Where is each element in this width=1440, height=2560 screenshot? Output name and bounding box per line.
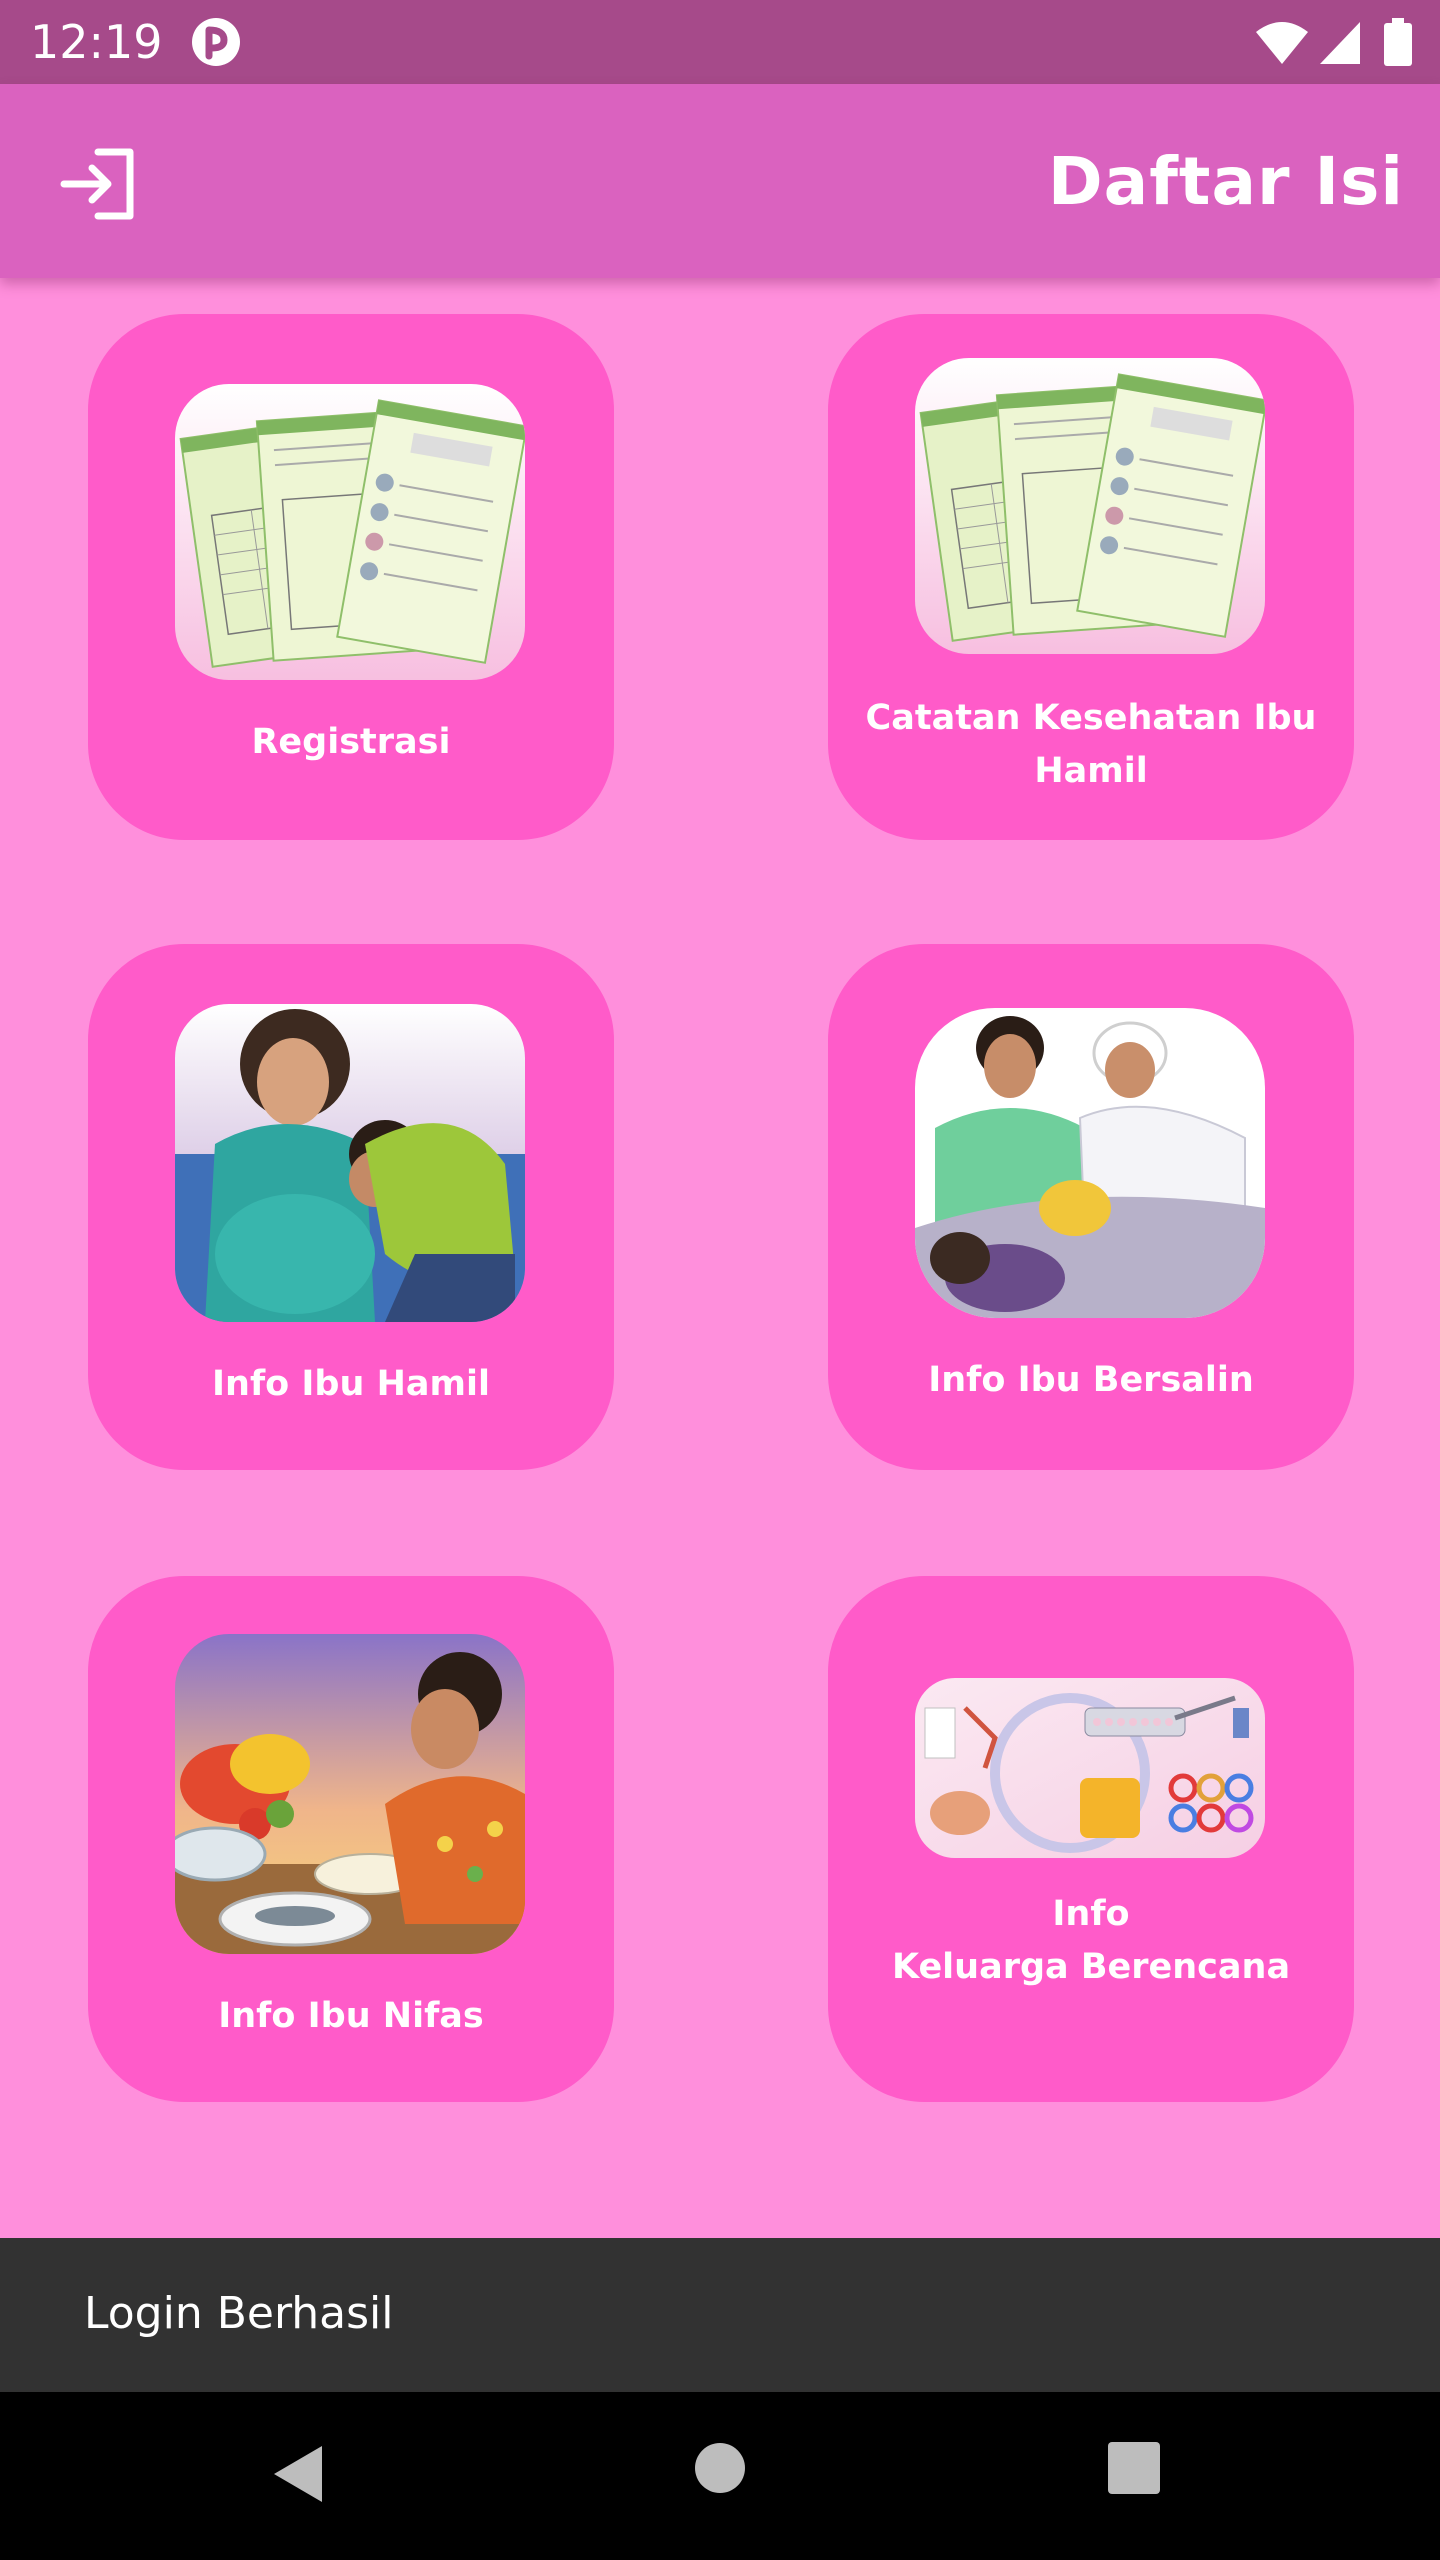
mother-eating-illustration — [175, 1634, 525, 1954]
document-forms-image — [915, 358, 1265, 654]
wifi-icon — [1256, 22, 1308, 64]
signal-icon — [1320, 22, 1360, 64]
recents-icon[interactable] — [1108, 2442, 1160, 2494]
pregnant-couple-illustration — [175, 1004, 525, 1322]
login-arrow-icon[interactable] — [58, 144, 138, 224]
system-nav-bar — [0, 2392, 1440, 2560]
page-title: Daftar Isi — [1047, 143, 1404, 220]
menu-card-label-line: Hamil — [1034, 751, 1148, 791]
back-icon[interactable] — [270, 2442, 326, 2506]
app-notification-icon — [192, 18, 240, 66]
snackbar-message: Login Berhasil — [84, 2288, 394, 2339]
menu-card-label: Info Ibu Bersalin — [928, 1360, 1254, 1400]
home-icon[interactable] — [694, 2442, 746, 2494]
status-time: 12:19 — [30, 15, 163, 69]
document-forms-image — [175, 384, 525, 680]
menu-card-label-line: Catatan Kesehatan Ibu — [865, 698, 1317, 738]
contraception-illustration — [915, 1678, 1265, 1858]
snackbar: Login Berhasil — [0, 2238, 1440, 2392]
menu-card-info-ibu-nifas[interactable]: Info Ibu Nifas — [88, 1576, 614, 2102]
menu-card-catatan-kesehatan[interactable]: Catatan Kesehatan Ibu Hamil — [828, 314, 1354, 840]
menu-card-label: Info Ibu Nifas — [218, 1996, 484, 2036]
menu-card-info-kb[interactable]: Info Keluarga Berencana — [828, 1576, 1354, 2102]
menu-card-label-line: Info — [1052, 1894, 1130, 1934]
menu-card-label: Info Keluarga Berencana — [848, 1888, 1334, 1994]
menu-card-info-ibu-hamil[interactable]: Info Ibu Hamil — [88, 944, 614, 1470]
menu-card-info-ibu-bersalin[interactable]: Info Ibu Bersalin — [828, 944, 1354, 1470]
battery-icon — [1384, 18, 1412, 66]
menu-card-label: Catatan Kesehatan Ibu Hamil — [848, 692, 1334, 798]
menu-card-label: Info Ibu Hamil — [212, 1364, 490, 1404]
menu-card-registrasi[interactable]: Registrasi — [88, 314, 614, 840]
menu-card-label-line: Keluarga Berencana — [891, 1947, 1291, 1987]
app-bar: Daftar Isi — [0, 84, 1440, 278]
menu-card-label: Registrasi — [251, 722, 451, 762]
childbirth-illustration — [915, 1008, 1265, 1318]
status-bar: 12:19 — [0, 0, 1440, 84]
